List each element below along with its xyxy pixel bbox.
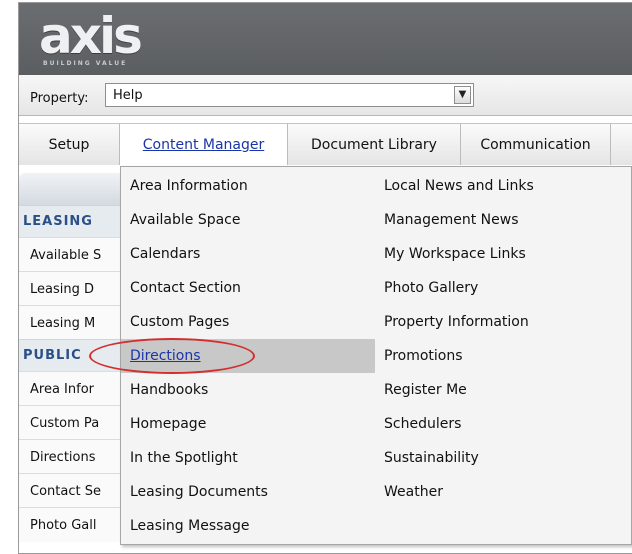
tab-communication[interactable]: Communication: [461, 124, 611, 166]
menu-item-management-news[interactable]: Management News: [375, 203, 631, 237]
sidebar-item-label: Leasing D: [30, 282, 94, 297]
sidebar-item-label: Photo Gall: [30, 518, 97, 533]
chevron-down-icon[interactable]: ▼: [454, 86, 471, 104]
menu-item-in-the-spotlight[interactable]: In the Spotlight: [121, 441, 375, 475]
menu-item-promotions[interactable]: Promotions: [375, 339, 631, 373]
property-select[interactable]: Help ▼: [105, 83, 474, 107]
menu-item-contact-section[interactable]: Contact Section: [121, 271, 375, 305]
tab-document-library[interactable]: Document Library: [288, 124, 461, 166]
sidebar-item-label: Contact Se: [30, 484, 101, 499]
property-label: Property:: [30, 91, 89, 106]
menu-item-photo-gallery[interactable]: Photo Gallery: [375, 271, 631, 305]
sidebar-item-label: Directions: [30, 450, 96, 465]
menu-item-property-information[interactable]: Property Information: [375, 305, 631, 339]
section-label: LEASING: [23, 214, 93, 229]
menu-item-weather[interactable]: Weather: [375, 475, 631, 509]
menu-item-homepage[interactable]: Homepage: [121, 407, 375, 441]
property-value: Help: [113, 88, 143, 103]
sidebar-item-label: Area Infor: [30, 382, 94, 397]
menu-item-calendars[interactable]: Calendars: [121, 237, 375, 271]
menu-item-available-space[interactable]: Available Space: [121, 203, 375, 237]
app-window: axis BUILDING VALUE Property: Help ▼ Set…: [18, 2, 632, 554]
main-nav: Setup Content Manager Document Library C…: [19, 123, 632, 167]
menu-item-schedulers[interactable]: Schedulers: [375, 407, 631, 441]
sidebar-item-label: Available S: [30, 248, 102, 263]
logo-wordmark: axis: [39, 7, 143, 65]
sidebar-item-label: Custom Pa: [30, 416, 100, 431]
menu-item-my-workspace-links[interactable]: My Workspace Links: [375, 237, 631, 271]
menu-item-leasing-message[interactable]: Leasing Message: [121, 509, 375, 543]
menu-item-register-me[interactable]: Register Me: [375, 373, 631, 407]
menu-item-handbooks[interactable]: Handbooks: [121, 373, 375, 407]
menu-item-leasing-documents[interactable]: Leasing Documents: [121, 475, 375, 509]
header: axis BUILDING VALUE: [19, 3, 632, 75]
sidebar-item-label: Leasing M: [30, 316, 96, 331]
axis-logo[interactable]: axis BUILDING VALUE: [39, 7, 169, 71]
menu-item-local-news-and-links[interactable]: Local News and Links: [375, 169, 631, 203]
logo-tagline: BUILDING VALUE: [43, 60, 128, 67]
tab-more[interactable]: [611, 124, 632, 166]
menu-item-area-information[interactable]: Area Information: [121, 169, 375, 203]
tab-setup[interactable]: Setup: [19, 124, 120, 166]
menu-item-custom-pages[interactable]: Custom Pages: [121, 305, 375, 339]
section-label: PUBLIC: [23, 348, 82, 363]
property-bar: Property: Help ▼: [19, 75, 632, 116]
menu-item-directions[interactable]: Directions: [121, 339, 375, 373]
menu-item-sustainability[interactable]: Sustainability: [375, 441, 631, 475]
content-manager-menu: Area Information Available Space Calenda…: [120, 166, 632, 545]
tab-content-manager[interactable]: Content Manager: [120, 124, 288, 166]
